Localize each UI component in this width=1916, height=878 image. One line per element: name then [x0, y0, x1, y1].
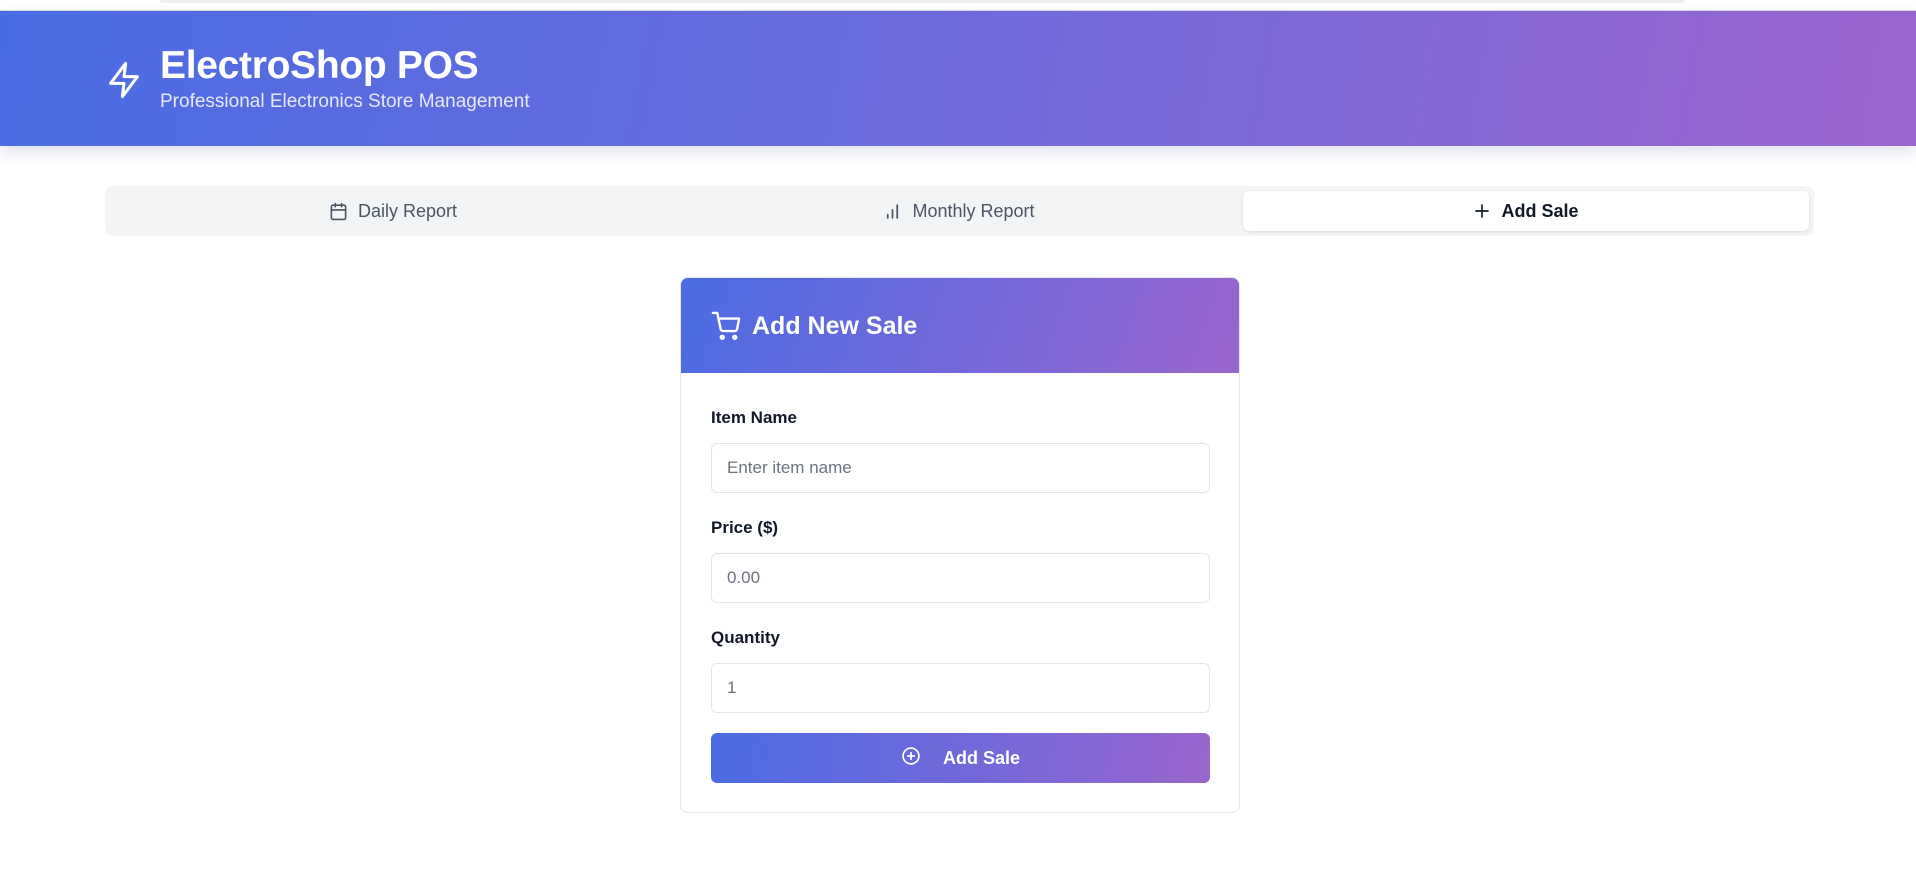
app-title: ElectroShop POS [160, 44, 479, 87]
shopping-cart-icon [711, 311, 741, 341]
tab-bar: Daily Report Monthly Report Add Sale [105, 186, 1814, 236]
browser-top-strip [0, 0, 1916, 11]
price-label: Price ($) [711, 518, 779, 537]
calendar-icon [329, 202, 348, 221]
add-sale-button[interactable]: Add Sale [711, 733, 1210, 783]
plus-icon [1473, 202, 1491, 220]
app-header: ElectroShop POS Professional Electronics… [0, 11, 1916, 146]
tab-add-sale-label: Add Sale [1501, 200, 1579, 221]
add-sale-card: Add New Sale Item Name Price ($) Quantit… [680, 277, 1240, 813]
item-name-input[interactable] [711, 443, 1210, 493]
card-header: Add New Sale [681, 278, 1239, 373]
tab-daily-report[interactable]: Daily Report [105, 191, 681, 231]
bar-chart-icon [883, 202, 902, 221]
tab-monthly-report[interactable]: Monthly Report [671, 191, 1247, 231]
price-input[interactable] [711, 553, 1210, 603]
item-name-label: Item Name [711, 408, 797, 427]
tab-monthly-report-label: Monthly Report [912, 200, 1035, 221]
quantity-label: Quantity [711, 628, 780, 647]
tab-add-sale[interactable]: Add Sale [1243, 191, 1809, 231]
top-strip-inner [160, 0, 1685, 3]
quantity-input[interactable] [711, 663, 1210, 713]
card-title: Add New Sale [752, 312, 918, 340]
add-sale-button-label: Add Sale [942, 747, 1021, 768]
app-subtitle: Professional Electronics Store Managemen… [160, 91, 530, 112]
lightning-bolt-icon [104, 59, 144, 101]
plus-circle-icon [901, 746, 921, 771]
tab-daily-report-label: Daily Report [357, 200, 458, 221]
